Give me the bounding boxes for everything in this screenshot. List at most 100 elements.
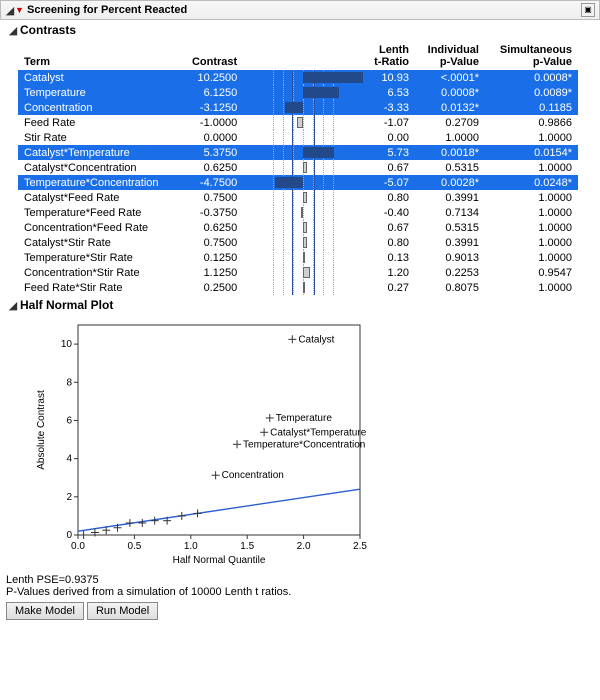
cell-indiv-p: 1.0000 xyxy=(415,130,485,145)
cell-contrast: 5.3750 xyxy=(180,145,243,160)
svg-text:2.0: 2.0 xyxy=(297,541,311,552)
half-normal-plot: 0.00.51.01.52.02.50246810ConcentrationTe… xyxy=(30,317,600,570)
cell-contrast: 0.2500 xyxy=(180,280,243,295)
cell-tratio: -1.07 xyxy=(363,115,415,130)
svg-text:10: 10 xyxy=(61,339,73,350)
halfnormal-title: Half Normal Plot xyxy=(20,298,113,312)
table-row[interactable]: Temperature*Feed Rate-0.3750-0.400.71341… xyxy=(18,205,578,220)
cell-tratio: 0.80 xyxy=(363,235,415,250)
col-bar xyxy=(243,42,363,70)
svg-text:0.5: 0.5 xyxy=(127,541,141,552)
cell-indiv-p: 0.0028* xyxy=(415,175,485,190)
table-row[interactable]: Feed Rate-1.0000-1.070.27090.9866 xyxy=(18,115,578,130)
table-row[interactable]: Catalyst*Concentration0.62500.670.53151.… xyxy=(18,160,578,175)
svg-text:1.0: 1.0 xyxy=(184,541,198,552)
table-row[interactable]: Temperature6.12506.530.0008*0.0089* xyxy=(18,85,578,100)
svg-text:1.5: 1.5 xyxy=(240,541,254,552)
cell-bar xyxy=(243,85,363,100)
cell-contrast: -4.7500 xyxy=(180,175,243,190)
cell-indiv-p: 0.8075 xyxy=(415,280,485,295)
svg-text:2.5: 2.5 xyxy=(353,541,367,552)
cell-bar xyxy=(243,130,363,145)
cell-contrast: 6.1250 xyxy=(180,85,243,100)
halfnormal-disclosure-icon[interactable]: ◢ xyxy=(8,299,18,312)
cell-contrast: 0.7500 xyxy=(180,235,243,250)
make-model-button[interactable]: Make Model xyxy=(6,602,84,620)
table-row[interactable]: Temperature*Concentration-4.7500-5.070.0… xyxy=(18,175,578,190)
svg-text:Catalyst*Temperature: Catalyst*Temperature xyxy=(270,427,367,438)
col-indiv: Individual p-Value xyxy=(415,42,485,70)
col-term: Term xyxy=(18,42,180,70)
cell-simul-p: 1.0000 xyxy=(485,205,578,220)
table-header-row: Term Contrast Lenth t-Ratio Individual p… xyxy=(18,42,578,70)
svg-text:0: 0 xyxy=(66,530,72,541)
table-row[interactable]: Catalyst10.250010.93<.0001*0.0008* xyxy=(18,70,578,85)
table-row[interactable]: Concentration-3.1250-3.330.0132*0.1185 xyxy=(18,100,578,115)
cell-indiv-p: 0.2253 xyxy=(415,265,485,280)
contrasts-disclosure-icon[interactable]: ◢ xyxy=(8,24,18,37)
cell-tratio: 0.27 xyxy=(363,280,415,295)
svg-text:Temperature: Temperature xyxy=(276,413,333,424)
cell-term: Catalyst*Stir Rate xyxy=(18,235,180,250)
cell-tratio: 10.93 xyxy=(363,70,415,85)
cell-contrast: -1.0000 xyxy=(180,115,243,130)
table-row[interactable]: Catalyst*Feed Rate0.75000.800.39911.0000 xyxy=(18,190,578,205)
svg-text:Half Normal Quantile: Half Normal Quantile xyxy=(173,555,266,566)
cell-simul-p: 1.0000 xyxy=(485,220,578,235)
table-row[interactable]: Catalyst*Stir Rate0.75000.800.39911.0000 xyxy=(18,235,578,250)
cell-simul-p: 1.0000 xyxy=(485,160,578,175)
cell-contrast: -0.3750 xyxy=(180,205,243,220)
halfnormal-header: ◢ Half Normal Plot xyxy=(0,295,600,313)
cell-bar xyxy=(243,160,363,175)
cell-tratio: -5.07 xyxy=(363,175,415,190)
cell-term: Feed Rate*Stir Rate xyxy=(18,280,180,295)
cell-tratio: 0.67 xyxy=(363,160,415,175)
cell-term: Temperature*Concentration xyxy=(18,175,180,190)
table-row[interactable]: Feed Rate*Stir Rate0.25000.270.80751.000… xyxy=(18,280,578,295)
table-row[interactable]: Concentration*Feed Rate0.62500.670.53151… xyxy=(18,220,578,235)
col-contrast: Contrast xyxy=(180,42,243,70)
cell-term: Stir Rate xyxy=(18,130,180,145)
table-row[interactable]: Concentration*Stir Rate1.12501.200.22530… xyxy=(18,265,578,280)
cell-bar xyxy=(243,70,363,85)
panel-menu-icon[interactable]: ▼ xyxy=(15,5,25,15)
cell-simul-p: 0.9866 xyxy=(485,115,578,130)
panel-disclosure-icon[interactable]: ◢ xyxy=(5,4,15,17)
popout-icon[interactable]: ▣ xyxy=(581,3,595,17)
cell-bar xyxy=(243,205,363,220)
button-row: Make Model Run Model xyxy=(6,602,594,620)
cell-simul-p: 0.0089* xyxy=(485,85,578,100)
cell-bar xyxy=(243,280,363,295)
cell-bar xyxy=(243,115,363,130)
cell-contrast: -3.1250 xyxy=(180,100,243,115)
cell-tratio: 1.20 xyxy=(363,265,415,280)
svg-text:2: 2 xyxy=(66,492,72,503)
cell-indiv-p: 0.2709 xyxy=(415,115,485,130)
cell-indiv-p: 0.9013 xyxy=(415,250,485,265)
contrasts-header: ◢ Contrasts xyxy=(0,20,600,38)
cell-contrast: 0.6250 xyxy=(180,160,243,175)
cell-simul-p: 0.0248* xyxy=(485,175,578,190)
footer-text: Lenth PSE=0.9375 P-Values derived from a… xyxy=(6,574,594,598)
contrasts-title: Contrasts xyxy=(20,23,76,37)
cell-bar xyxy=(243,265,363,280)
table-row[interactable]: Catalyst*Temperature5.37505.730.0018*0.0… xyxy=(18,145,578,160)
cell-tratio: 0.80 xyxy=(363,190,415,205)
run-model-button[interactable]: Run Model xyxy=(87,602,158,620)
cell-tratio: 6.53 xyxy=(363,85,415,100)
cell-indiv-p: 0.0132* xyxy=(415,100,485,115)
footer-line-1: Lenth PSE=0.9375 xyxy=(6,574,594,586)
cell-indiv-p: 0.5315 xyxy=(415,220,485,235)
cell-bar xyxy=(243,250,363,265)
cell-simul-p: 0.0154* xyxy=(485,145,578,160)
svg-text:4: 4 xyxy=(66,454,72,465)
cell-tratio: -0.40 xyxy=(363,205,415,220)
cell-bar xyxy=(243,190,363,205)
table-row[interactable]: Temperature*Stir Rate0.12500.130.90131.0… xyxy=(18,250,578,265)
table-row[interactable]: Stir Rate0.00000.001.00001.0000 xyxy=(18,130,578,145)
cell-tratio: 0.13 xyxy=(363,250,415,265)
cell-tratio: -3.33 xyxy=(363,100,415,115)
col-simul: Simultaneous p-Value xyxy=(485,42,578,70)
cell-contrast: 1.1250 xyxy=(180,265,243,280)
cell-term: Catalyst*Temperature xyxy=(18,145,180,160)
